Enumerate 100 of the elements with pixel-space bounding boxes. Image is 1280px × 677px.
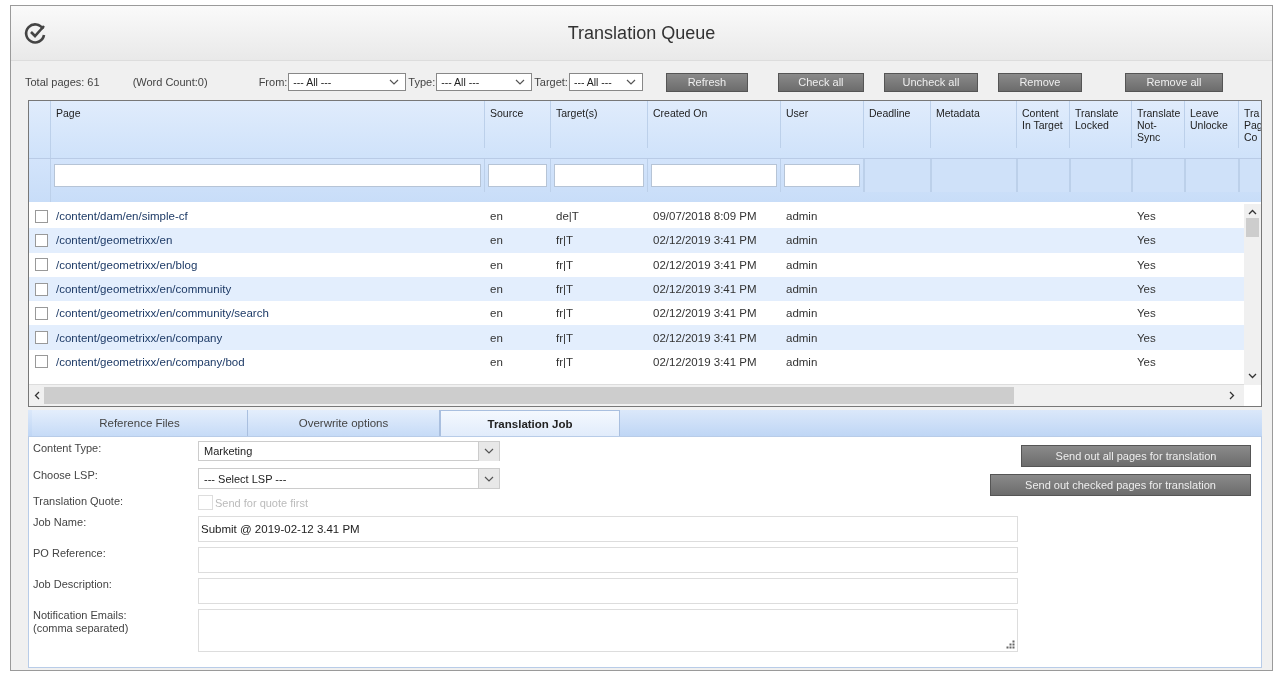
caret-icon	[515, 79, 526, 85]
column-header[interactable]: User	[781, 101, 864, 148]
table-cell-text: 02/12/2019 3:41 PM	[652, 258, 758, 271]
chevron-down-icon[interactable]	[1248, 373, 1257, 379]
column-header[interactable]: Translate Locked	[1070, 101, 1132, 148]
row-checkbox[interactable]	[35, 233, 48, 247]
table-cell-text: admin	[785, 258, 819, 271]
table-cell-text: admin	[785, 307, 819, 320]
tab[interactable]: Reference Files	[32, 410, 248, 436]
page-path-cell[interactable]: /content/geometrixx/en/community/search	[51, 307, 485, 320]
table-cell-text: admin	[785, 283, 819, 296]
table-cell-text: fr|T	[555, 283, 575, 296]
table-cell-text: Yes	[1136, 355, 1157, 368]
table-cell-text: 09/07/2018 8:09 PM	[652, 210, 758, 223]
row-checkbox[interactable]	[35, 209, 48, 223]
table-cell-text: 02/12/2019 3:41 PM	[652, 307, 758, 320]
column-filter-field[interactable]	[651, 164, 777, 187]
toolbar-button[interactable]: Remove	[997, 72, 1082, 92]
field-label: Job Description:	[33, 578, 113, 591]
send-button[interactable]: Send out all pages for translation	[1021, 445, 1251, 467]
caret-icon	[389, 79, 400, 85]
page-path-cell[interactable]: /content/geometrixx/en	[51, 234, 485, 247]
caret-icon	[625, 79, 636, 85]
dropdown-field[interactable]: Marketing	[198, 441, 500, 461]
page-path-cell[interactable]: /content/geometrixx/en/company/bod	[51, 355, 485, 368]
table-cell-text: Yes	[1136, 283, 1157, 296]
filter-label: Type:	[408, 76, 436, 88]
table-cell-text: fr|T	[555, 331, 575, 344]
field-label: Translation Quote:	[33, 495, 125, 508]
table-cell-text: en	[489, 234, 504, 247]
toolbar-button[interactable]: Refresh	[665, 72, 748, 92]
toolbar-button[interactable]: Uncheck all	[883, 72, 978, 92]
table-cell-text: en	[489, 283, 504, 296]
column-header[interactable]: Target(s)	[551, 101, 648, 148]
toolbar-button[interactable]: Check all	[777, 72, 864, 92]
column-header[interactable]: Source	[485, 101, 551, 148]
column-header[interactable]: Metadata	[931, 101, 1017, 148]
table-cell-text: de|T	[555, 210, 580, 223]
horizontal-scrollbar[interactable]	[29, 384, 1244, 406]
field-label: Notification Emails: (comma separated)	[33, 609, 130, 635]
resize-grip-icon[interactable]	[1006, 640, 1015, 649]
caret-icon	[484, 448, 494, 454]
table-cell-text: Yes	[1136, 258, 1157, 271]
column-filter-field[interactable]	[554, 164, 644, 187]
page-path-cell[interactable]: /content/geometrixx/en/company	[51, 331, 485, 344]
column-header[interactable]: Translate Not-Sync	[1132, 101, 1185, 148]
table-cell-text: 02/12/2019 3:41 PM	[652, 331, 758, 344]
table-cell-text: Yes	[1136, 331, 1157, 344]
table-cell-text: fr|T	[555, 355, 575, 368]
table-cell-text: Yes	[1136, 210, 1157, 223]
table-cell-text: admin	[785, 234, 819, 247]
page-path-cell[interactable]: /content/geometrixx/en/blog	[51, 258, 485, 271]
row-checkbox[interactable]	[35, 355, 48, 369]
scrollbar-thumb[interactable]	[44, 387, 1014, 404]
filter-select[interactable]: --- All ---	[568, 73, 643, 91]
tab[interactable]: Translation Job	[440, 410, 620, 436]
text-field[interactable]	[198, 578, 1018, 604]
table-cell-text: admin	[785, 355, 819, 368]
row-checkbox[interactable]	[35, 282, 48, 296]
table-cell-text: Yes	[1136, 307, 1157, 320]
filter-label: From:	[258, 76, 288, 88]
page-path-cell[interactable]: /content/dam/en/simple-cf	[51, 210, 485, 223]
column-header[interactable]: Content In Target	[1017, 101, 1070, 148]
caret-icon	[484, 475, 494, 482]
scrollbar-thumb[interactable]	[1246, 218, 1259, 237]
table-cell-text: en	[489, 258, 504, 271]
text-field[interactable]	[198, 547, 1018, 573]
row-checkbox[interactable]	[35, 306, 48, 320]
field-label: Content Type:	[33, 441, 103, 455]
column-header[interactable]: Created On	[648, 101, 781, 148]
toolbar-button[interactable]: Remove all	[1124, 72, 1223, 92]
chevron-up-icon[interactable]	[1248, 209, 1257, 215]
filter-select[interactable]: --- All ---	[436, 73, 533, 91]
vertical-scrollbar[interactable]	[1244, 204, 1261, 385]
word-count-label: (Word Count:0)	[132, 76, 208, 88]
tab[interactable]: Overwrite options	[248, 410, 440, 436]
chevron-right-icon[interactable]	[1229, 391, 1235, 400]
send-button[interactable]: Send out checked pages for translation	[990, 474, 1251, 496]
table-cell-text: admin	[785, 331, 819, 344]
column-header[interactable]: Deadline	[864, 101, 931, 148]
table-cell-text: fr|T	[555, 234, 575, 247]
column-header[interactable]: Page	[51, 101, 485, 148]
chevron-left-icon[interactable]	[34, 391, 40, 400]
row-checkbox[interactable]	[35, 258, 48, 272]
filter-select[interactable]: --- All ---	[288, 73, 407, 91]
column-header[interactable]: Leave Unlocke	[1185, 101, 1239, 148]
column-filter-field[interactable]	[784, 164, 860, 187]
table-cell-text: 02/12/2019 3:41 PM	[652, 283, 758, 296]
text-field[interactable]: Submit @ 2019-02-12 3.41 PM	[198, 516, 1018, 542]
page-path-cell[interactable]: /content/geometrixx/en/community	[51, 283, 485, 296]
table-cell-text: admin	[785, 210, 819, 223]
checkmark-circle-icon	[23, 21, 47, 45]
dropdown-field[interactable]: --- Select LSP ---	[198, 468, 500, 489]
column-filter-field[interactable]	[54, 164, 481, 187]
table-cell-text: Yes	[1136, 234, 1157, 247]
window-title: Translation Queue	[566, 22, 717, 44]
row-checkbox[interactable]	[35, 331, 48, 345]
table-cell-text: en	[489, 307, 504, 320]
column-filter-field[interactable]	[488, 164, 547, 187]
table-cell-text: en	[489, 210, 504, 223]
